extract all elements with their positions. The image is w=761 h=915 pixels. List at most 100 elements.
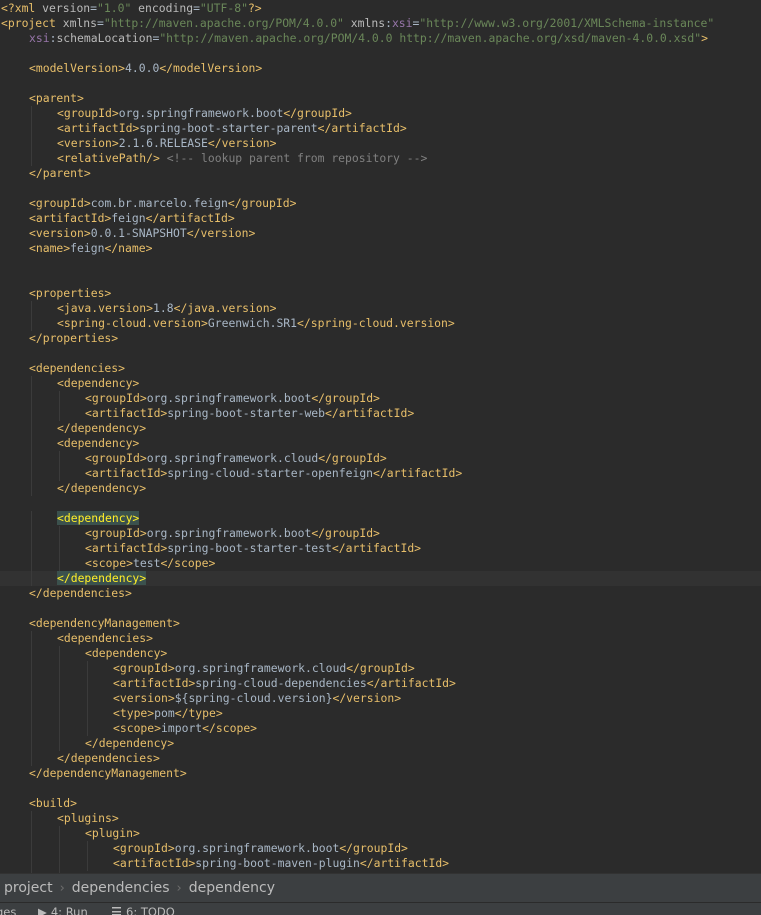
code-line[interactable]: <version>${spring-cloud.version}</versio…	[0, 691, 761, 706]
code-line[interactable]: <?xml version="1.0" encoding="UTF-8"?>	[0, 1, 761, 16]
code-line[interactable]: </dependencies>	[0, 586, 761, 601]
code-token: </groupId>	[346, 661, 415, 675]
code-token: <version>	[113, 691, 175, 705]
code-line[interactable]: <scope>import</scope>	[0, 721, 761, 736]
code-token: feign	[70, 241, 105, 255]
code-token: </artifactId>	[331, 541, 422, 555]
code-line[interactable]	[0, 601, 761, 616]
code-token: xmlns	[62, 16, 98, 30]
code-line[interactable]: <dependencies>	[0, 361, 761, 376]
code-token: <artifactId>	[113, 676, 196, 690]
code-token: <dependencyManagement>	[29, 616, 180, 630]
code-line[interactable]: <artifactId>spring-boot-maven-plugin</ar…	[0, 856, 761, 871]
code-token: </properties>	[29, 331, 119, 345]
code-line[interactable]: <modelVersion>4.0.0</modelVersion>	[0, 61, 761, 76]
code-line[interactable]: <groupId>org.springframework.cloud</grou…	[0, 451, 761, 466]
indent-guide	[31, 316, 32, 331]
code-line[interactable]: <dependencies>	[0, 631, 761, 646]
code-line[interactable]: xsi:schemaLocation="http://maven.apache.…	[0, 31, 761, 46]
code-line[interactable]: <name>feign</name>	[0, 241, 761, 256]
code-token: <name>	[29, 241, 71, 255]
code-line-current[interactable]: </dependency>	[0, 571, 761, 586]
code-token: </dependency>	[57, 421, 147, 435]
code-token: >	[701, 31, 708, 45]
code-line[interactable]: <artifactId>spring-cloud-dependencies</a…	[0, 676, 761, 691]
code-line[interactable]: </parent>	[0, 166, 761, 181]
code-token: <dependencies>	[29, 361, 126, 375]
code-line[interactable]: <version>0.0.1-SNAPSHOT</version>	[0, 226, 761, 241]
code-line[interactable]: <artifactId>spring-boot-starter-parent</…	[0, 121, 761, 136]
code-token: org.springframework.boot	[174, 841, 340, 855]
code-token: <build>	[29, 796, 78, 810]
code-line[interactable]: <groupId>org.springframework.boot</group…	[0, 391, 761, 406]
code-line-content: <dependencyManagement>	[29, 616, 180, 631]
code-line[interactable]: <artifactId>spring-cloud-starter-openfei…	[0, 466, 761, 481]
code-line[interactable]: <groupId>com.br.marcelo.feign</groupId>	[0, 196, 761, 211]
code-line[interactable]: <plugins>	[0, 811, 761, 826]
code-line[interactable]: <scope>test</scope>	[0, 556, 761, 571]
code-line[interactable]	[0, 346, 761, 361]
code-token: </java.version>	[173, 301, 277, 315]
code-line[interactable]: <groupId>org.springframework.boot</group…	[0, 526, 761, 541]
code-line[interactable]	[0, 271, 761, 286]
code-line[interactable]: </dependency>	[0, 481, 761, 496]
code-line[interactable]: <relativePath/> <!-- lookup parent from …	[0, 151, 761, 166]
code-line[interactable]	[0, 781, 761, 796]
code-line[interactable]: <plugin>	[0, 826, 761, 841]
code-line[interactable]: <groupId>org.springframework.cloud</grou…	[0, 661, 761, 676]
indent-guide	[87, 706, 88, 721]
code-line[interactable]	[0, 496, 761, 511]
code-line[interactable]: <spring-cloud.version>Greenwich.SR1</spr…	[0, 316, 761, 331]
code-line[interactable]: <artifactId>spring-boot-starter-web</art…	[0, 406, 761, 421]
indent-guide	[31, 481, 32, 496]
code-line[interactable]: <dependency>	[0, 436, 761, 451]
code-line[interactable]	[0, 256, 761, 271]
code-line-content: <groupId>org.springframework.boot</group…	[113, 841, 408, 856]
code-token: <version>	[29, 226, 91, 240]
code-line[interactable]: <type>pom</type>	[0, 706, 761, 721]
code-line[interactable]: </properties>	[0, 331, 761, 346]
breadcrumb-item-dependency[interactable]: dependency	[189, 880, 275, 896]
code-line-content: <dependencies>	[29, 361, 125, 376]
code-editor[interactable]: <?xml version="1.0" encoding="UTF-8"?> <p…	[0, 0, 761, 873]
code-line[interactable]: <dependency>	[0, 511, 761, 526]
code-line[interactable]: <dependency>	[0, 376, 761, 391]
code-line[interactable]: <project xmlns="http://maven.apache.org/…	[0, 16, 761, 31]
code-line[interactable]: </dependencies>	[0, 751, 761, 766]
code-line[interactable]: <java.version>1.8</java.version>	[0, 301, 761, 316]
code-line[interactable]	[0, 46, 761, 61]
code-line[interactable]: </dependencyManagement>	[0, 766, 761, 781]
code-line-content: </dependencies>	[29, 586, 132, 601]
code-line[interactable]: </dependency>	[0, 736, 761, 751]
code-line-content: </dependency>	[57, 421, 146, 436]
code-line[interactable]: <parent>	[0, 91, 761, 106]
indent-guide	[31, 526, 32, 541]
code-line-content: <groupId>org.springframework.boot</group…	[85, 526, 380, 541]
code-line-content: <relativePath/> <!-- lookup parent from …	[57, 151, 427, 166]
code-token: org.springframework.boot	[118, 106, 284, 120]
breadcrumb-item-project[interactable]: project	[4, 880, 53, 896]
code-line[interactable]: <groupId>org.springframework.boot</group…	[0, 841, 761, 856]
code-line[interactable]: <build>	[0, 796, 761, 811]
breadcrumb-item-dependencies[interactable]: dependencies	[72, 880, 170, 896]
indent-guide	[59, 706, 60, 721]
code-line[interactable]: <artifactId>spring-boot-starter-test</ar…	[0, 541, 761, 556]
code-line[interactable]: <properties>	[0, 286, 761, 301]
code-line[interactable]: <dependencyManagement>	[0, 616, 761, 631]
indent-guide	[87, 721, 88, 736]
code-token: <groupId>	[57, 106, 119, 120]
code-token: <dependency>	[57, 511, 140, 525]
code-token: spring-cloud-starter-openfeign	[167, 466, 374, 480]
code-line[interactable]: <dependency>	[0, 646, 761, 661]
code-token: org.springframework.boot	[146, 526, 312, 540]
code-line[interactable]: <artifactId>feign</artifactId>	[0, 211, 761, 226]
indent-guide	[31, 466, 32, 481]
code-line[interactable]: <version>2.1.6.RELEASE</version>	[0, 136, 761, 151]
code-line-content: </dependency>	[57, 571, 147, 586]
code-token: <groupId>	[29, 196, 91, 210]
indent-guide	[31, 661, 32, 676]
code-line[interactable]: <groupId>org.springframework.boot</group…	[0, 106, 761, 121]
code-line[interactable]: </dependency>	[0, 421, 761, 436]
code-line[interactable]	[0, 76, 761, 91]
code-line[interactable]	[0, 181, 761, 196]
